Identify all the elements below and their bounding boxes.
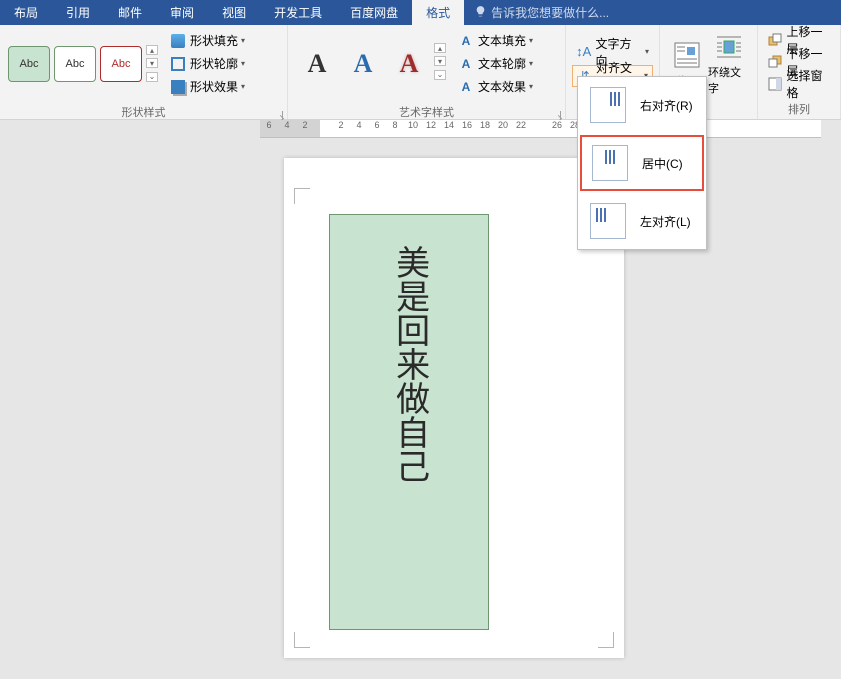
send-backward-icon — [768, 54, 783, 70]
align-option-left[interactable]: 左对齐(L) — [578, 193, 706, 249]
text-effects-button[interactable]: A 文本效果 ▾ — [454, 75, 537, 98]
chevron-down-icon: ▾ — [529, 36, 533, 45]
expand-gallery-icon[interactable]: ⌄ — [434, 70, 446, 80]
chevron-down-icon: ▾ — [241, 36, 245, 45]
text-outline-icon: A — [458, 56, 474, 72]
scroll-down-icon[interactable]: ▾ — [146, 58, 158, 68]
lightbulb-icon — [474, 5, 487, 21]
shape-style-gallery[interactable]: Abc Abc Abc ▴ ▾ ⌄ — [6, 44, 160, 84]
tab-review[interactable]: 审阅 — [156, 0, 208, 25]
text-box-shape[interactable]: 美是回来做自己 — [329, 214, 489, 630]
chevron-down-icon: ▾ — [529, 59, 533, 68]
text-outline-button[interactable]: A 文本轮廓 ▾ — [454, 52, 537, 75]
gallery-more[interactable]: ▴ ▾ ⌄ — [146, 44, 160, 84]
scroll-up-icon[interactable]: ▴ — [146, 45, 158, 55]
wordart-preset-2[interactable]: A — [342, 44, 384, 84]
tell-me[interactable]: 告诉我您想要做什么... — [464, 4, 619, 21]
expand-gallery-icon[interactable]: ⌄ — [146, 72, 158, 82]
text-outline-label: 文本轮廓 — [478, 55, 526, 72]
group-label-arrange: 排列 — [758, 99, 840, 120]
align-option-label: 右对齐(R) — [640, 97, 693, 114]
tell-me-text: 告诉我您想要做什么... — [491, 4, 609, 21]
tab-layout[interactable]: 布局 — [0, 0, 52, 25]
tab-baidu[interactable]: 百度网盘 — [336, 0, 412, 25]
wordart-gallery[interactable]: A A A ▴ ▾ ⌄ — [294, 42, 448, 86]
group-shape-styles: Abc Abc Abc ▴ ▾ ⌄ 形状填充 ▾ 形状轮廓 ▾ — [0, 25, 288, 119]
tab-format[interactable]: 格式 — [412, 0, 464, 25]
wrap-text-button[interactable]: 环绕文字 — [708, 32, 750, 96]
bring-forward-icon — [768, 32, 783, 48]
selection-pane-button[interactable]: 选择窗格 — [764, 73, 834, 95]
chevron-down-icon: ▾ — [241, 59, 245, 68]
chevron-down-icon: ▾ — [241, 82, 245, 91]
scroll-up-icon[interactable]: ▴ — [434, 43, 446, 53]
shape-effects-button[interactable]: 形状效果 ▾ — [166, 75, 249, 98]
align-option-right[interactable]: 右对齐(R) — [578, 77, 706, 133]
shape-fill-button[interactable]: 形状填充 ▾ — [166, 29, 249, 52]
align-center-icon — [592, 145, 628, 181]
tab-devtools[interactable]: 开发工具 — [260, 0, 336, 25]
wordart-preset-1[interactable]: A — [296, 44, 338, 84]
align-right-icon — [590, 87, 626, 123]
bucket-icon — [170, 33, 186, 49]
horizontal-ruler[interactable]: 6422468101214161820222628303234363840 — [260, 120, 821, 138]
margin-corner-icon — [598, 632, 614, 648]
position-icon — [671, 39, 703, 71]
chevron-down-icon: ▾ — [529, 82, 533, 91]
align-option-label: 居中(C) — [642, 155, 683, 172]
scroll-down-icon[interactable]: ▾ — [434, 56, 446, 66]
tab-mail[interactable]: 邮件 — [104, 0, 156, 25]
effects-icon — [170, 79, 186, 95]
chevron-down-icon: ▾ — [645, 47, 649, 56]
tab-references[interactable]: 引用 — [52, 0, 104, 25]
text-effects-label: 文本效果 — [478, 78, 526, 95]
margin-corner-icon — [294, 632, 310, 648]
group-label-shape-styles: 形状样式 — [0, 102, 287, 123]
wrap-text-icon — [713, 32, 745, 62]
shape-outline-label: 形状轮廓 — [190, 55, 238, 72]
document-canvas[interactable]: 美是回来做自己 — [0, 138, 841, 679]
align-option-label: 左对齐(L) — [640, 213, 691, 230]
vertical-text[interactable]: 美是回来做自己 — [384, 245, 433, 483]
tab-view[interactable]: 视图 — [208, 0, 260, 25]
text-fill-label: 文本填充 — [478, 32, 526, 49]
ribbon-tabs: 布局 引用 邮件 审阅 视图 开发工具 百度网盘 格式 告诉我您想要做什么... — [0, 0, 841, 25]
pen-icon — [170, 56, 186, 72]
wordart-gallery-more[interactable]: ▴ ▾ ⌄ — [434, 42, 448, 82]
shape-preset-1[interactable]: Abc — [8, 46, 50, 82]
margin-corner-icon — [294, 188, 310, 204]
align-left-icon — [590, 203, 626, 239]
ribbon: Abc Abc Abc ▴ ▾ ⌄ 形状填充 ▾ 形状轮廓 ▾ — [0, 25, 841, 120]
wrap-label: 环绕文字 — [708, 64, 750, 96]
text-fill-icon: A — [458, 33, 474, 49]
group-arrange: 上移一层 下移一层 选择窗格 排列 — [758, 25, 841, 119]
align-option-center[interactable]: 居中(C) — [580, 135, 704, 191]
text-effects-icon: A — [458, 79, 474, 95]
group-wordart: A A A ▴ ▾ ⌄ A 文本填充 ▾ A 文本轮廓 ▾ — [288, 25, 566, 119]
shape-effects-label: 形状效果 — [190, 78, 238, 95]
text-fill-button[interactable]: A 文本填充 ▾ — [454, 29, 537, 52]
shape-preset-3[interactable]: Abc — [100, 46, 142, 82]
shape-outline-button[interactable]: 形状轮廓 ▾ — [166, 52, 249, 75]
selection-pane-label: 选择窗格 — [787, 67, 831, 101]
shape-fill-label: 形状填充 — [190, 32, 238, 49]
text-direction-icon: ↕A — [576, 44, 592, 60]
page: 美是回来做自己 — [284, 158, 624, 658]
wordart-preset-3[interactable]: A — [388, 44, 430, 84]
selection-pane-icon — [768, 76, 783, 92]
shape-preset-2[interactable]: Abc — [54, 46, 96, 82]
align-text-dropdown: 右对齐(R) 居中(C) 左对齐(L) — [577, 76, 707, 250]
